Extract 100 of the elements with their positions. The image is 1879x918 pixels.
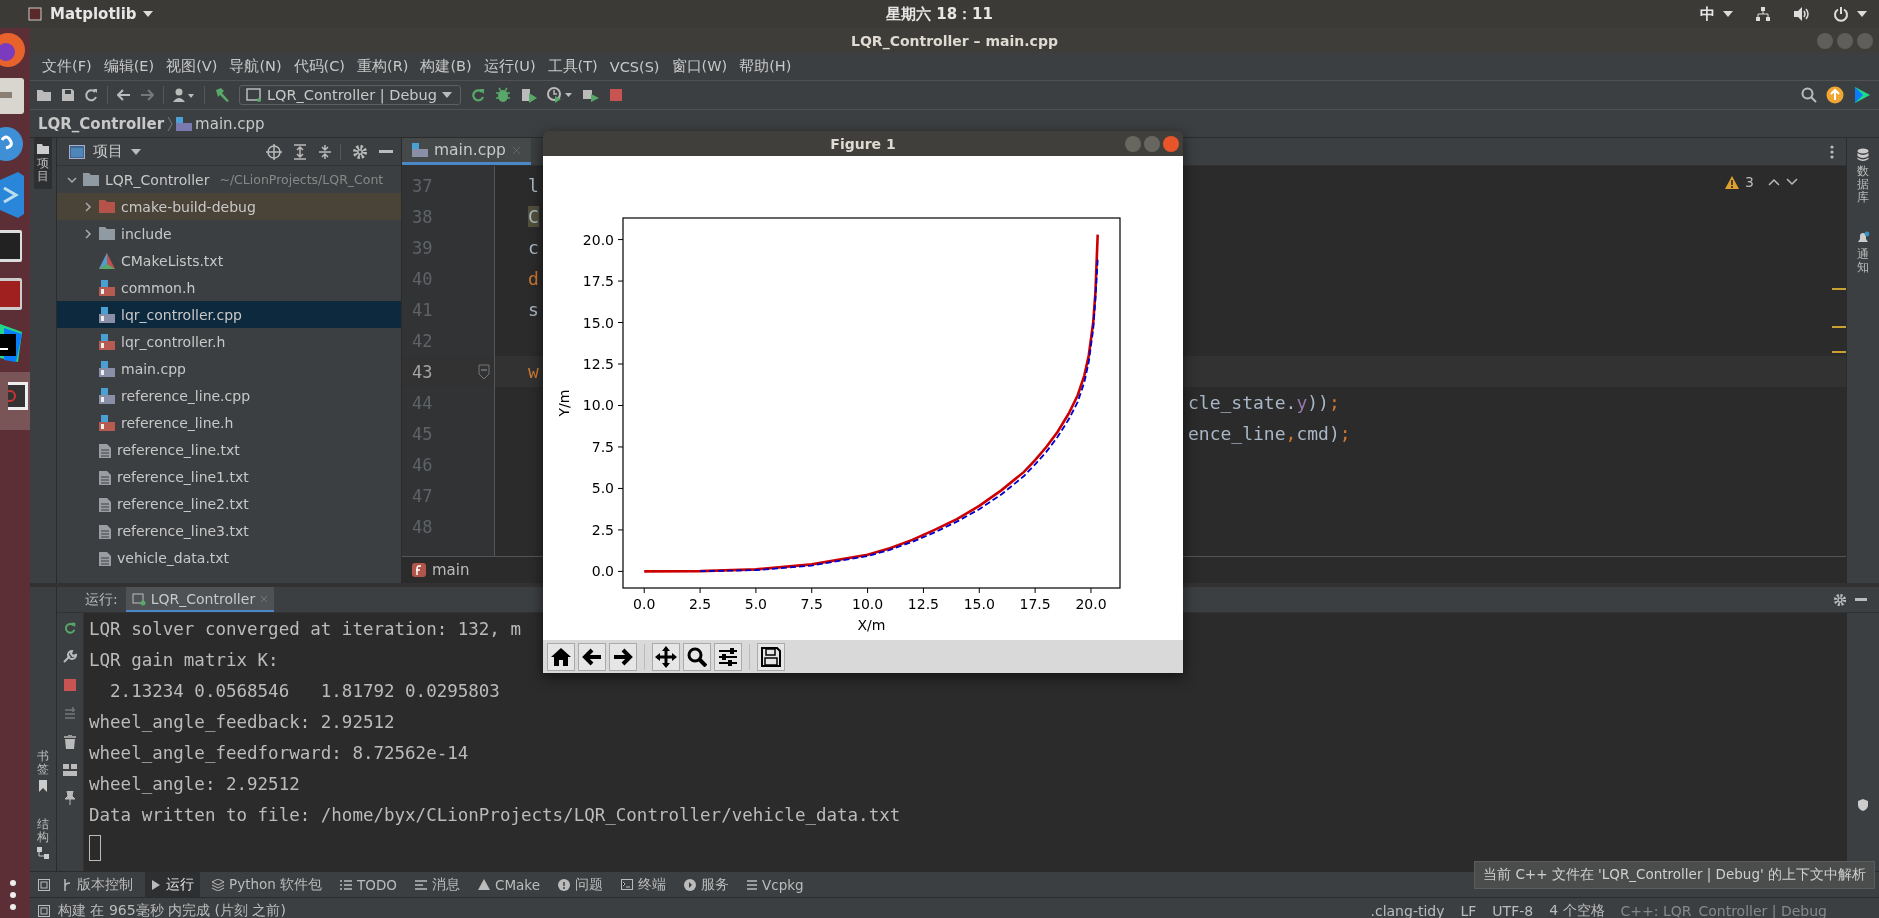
chevron-down-icon[interactable] (1786, 178, 1798, 186)
menu-item[interactable]: 运行(U) (477, 57, 542, 76)
clock[interactable]: 星期六 18：11 (886, 4, 993, 24)
tree-item[interactable]: reference_line2.txt (57, 490, 401, 517)
pin-icon[interactable] (64, 791, 76, 805)
rerun-icon[interactable] (63, 621, 77, 635)
tree-item[interactable]: reference_line.txt (57, 436, 401, 463)
profiler-icon[interactable] (546, 87, 573, 103)
input-method-menu[interactable]: 中 (1700, 4, 1715, 24)
status-item[interactable]: LF (1456, 902, 1481, 918)
menu-item[interactable]: 帮助(H) (733, 57, 798, 76)
bug-icon[interactable] (494, 87, 511, 103)
menu-item[interactable]: 文件(F) (36, 57, 98, 76)
tool-window-tab[interactable]: 终端 (615, 872, 672, 897)
project-tool-tab[interactable]: 项目 (34, 138, 52, 190)
menu-item[interactable]: 代码(C) (287, 57, 351, 76)
network-icon[interactable] (1755, 6, 1771, 22)
tree-item[interactable]: include (57, 220, 401, 247)
back-arrow-icon[interactable] (117, 89, 131, 101)
save-icon[interactable] (61, 88, 75, 102)
tree-item[interactable]: main.cpp (57, 355, 401, 382)
expand-all-icon[interactable] (293, 143, 307, 160)
tool-window-tab[interactable]: CMake (472, 872, 546, 897)
more-icon[interactable] (1830, 144, 1834, 159)
configure-button[interactable] (714, 642, 742, 671)
hammer-icon[interactable] (214, 87, 230, 103)
search-icon[interactable] (1801, 87, 1817, 103)
tree-item[interactable]: cmake-build-debug (57, 193, 401, 220)
attach-icon[interactable] (581, 87, 600, 103)
tool-window-tab[interactable]: 问题 (552, 872, 609, 897)
tool-window-tab[interactable]: Vcpkg (741, 872, 810, 897)
menu-item[interactable]: 构建(B) (414, 57, 478, 76)
user-icon[interactable] (173, 88, 195, 102)
wrench-icon[interactable] (63, 650, 77, 664)
home-button[interactable] (547, 642, 575, 671)
tree-item[interactable]: reference_line.cpp (57, 382, 401, 409)
run-tab[interactable]: LQR_Controller (125, 587, 275, 612)
menu-item[interactable]: 编辑(E) (97, 57, 161, 76)
run-configuration-dropdown[interactable]: LQR_Controller | Debug (239, 85, 461, 105)
tool-window-tab[interactable]: 书签 (34, 744, 52, 798)
tool-window-tab[interactable]: 数据库 (1854, 142, 1872, 211)
shield-icon[interactable] (1858, 799, 1868, 811)
browser-icon[interactable] (0, 30, 26, 70)
breadcrumb-item[interactable]: LQR_Controller (38, 114, 165, 133)
tree-item[interactable]: vehicle_data.txt (57, 544, 401, 571)
settings-icon[interactable] (352, 143, 368, 160)
chevron-up-icon[interactable] (1768, 178, 1780, 186)
panel-title[interactable]: 项目 (93, 142, 123, 161)
app-menu[interactable]: Matplotlib (50, 5, 153, 23)
fold-marker-icon[interactable] (478, 363, 490, 380)
menu-item[interactable]: 窗口(W) (665, 57, 734, 76)
update-icon[interactable] (1826, 86, 1844, 104)
tool-window-tab[interactable]: 通知 (1853, 224, 1873, 280)
tree-item[interactable]: reference_line1.txt (57, 463, 401, 490)
menu-item[interactable]: 重构(R) (351, 57, 415, 76)
assistant-icon[interactable] (1853, 86, 1871, 104)
status-item[interactable]: 4 个空格 (1545, 901, 1609, 918)
function-breadcrumb[interactable]: main (432, 561, 470, 579)
warning-count[interactable]: 3 (1745, 174, 1754, 190)
power-icon[interactable] (1833, 6, 1849, 22)
warning-marker[interactable] (1832, 351, 1846, 353)
tool-window-tab[interactable]: 版本控制 (56, 872, 139, 897)
breadcrumb-item[interactable]: main.cpp (195, 114, 265, 133)
settings-icon[interactable] (1833, 592, 1847, 607)
coverage-icon[interactable] (519, 87, 538, 103)
app-grid-icon[interactable] (8, 878, 18, 912)
warning-marker[interactable] (1832, 288, 1846, 290)
back-button[interactable] (578, 642, 606, 671)
caret-icon[interactable] (131, 148, 141, 155)
layout-icon[interactable] (63, 764, 77, 776)
tree-item[interactable]: lqr_controller.cpp (57, 301, 401, 328)
tool-window-tab[interactable]: TODO (334, 872, 403, 897)
folder-icon[interactable] (36, 88, 52, 102)
tree-item[interactable]: reference_line.h (57, 409, 401, 436)
warning-marker[interactable] (1832, 326, 1846, 328)
tool-window-tab[interactable]: 消息 (409, 872, 466, 897)
tree-item[interactable]: LQR_Controller ~/CLionProjects/LQR_Cont (57, 166, 401, 193)
editor-tab[interactable]: main.cpp (402, 138, 531, 165)
close-button[interactable] (1163, 135, 1179, 152)
status-item[interactable]: UTF-8 (1488, 902, 1538, 918)
tree-item[interactable]: reference_line3.txt (57, 517, 401, 544)
tool-window-tab[interactable]: Python 软件包 (206, 872, 329, 897)
pan-button[interactable] (652, 642, 680, 671)
save-button[interactable] (757, 642, 785, 671)
status-item[interactable]: .clang-tidy (1366, 902, 1449, 918)
trash-icon[interactable] (64, 735, 76, 749)
menu-item[interactable]: 导航(N) (223, 57, 288, 76)
rerun-icon[interactable] (469, 87, 486, 103)
tool-window-tab[interactable]: 结构 (34, 811, 52, 865)
collapse-all-icon[interactable] (318, 143, 332, 160)
tree-item[interactable]: CMakeLists.txt (57, 247, 401, 274)
tool-windows-icon[interactable] (38, 878, 50, 891)
minimize-icon[interactable] (379, 149, 393, 154)
zoom-button[interactable] (683, 642, 711, 671)
stop-icon[interactable] (608, 88, 623, 102)
tool-window-tab[interactable]: 运行 (145, 872, 200, 897)
refresh-icon[interactable] (84, 88, 98, 102)
volume-icon[interactable] (1793, 6, 1811, 22)
code-editor-icon[interactable] (0, 170, 26, 220)
menu-item[interactable]: 视图(V) (160, 57, 224, 76)
